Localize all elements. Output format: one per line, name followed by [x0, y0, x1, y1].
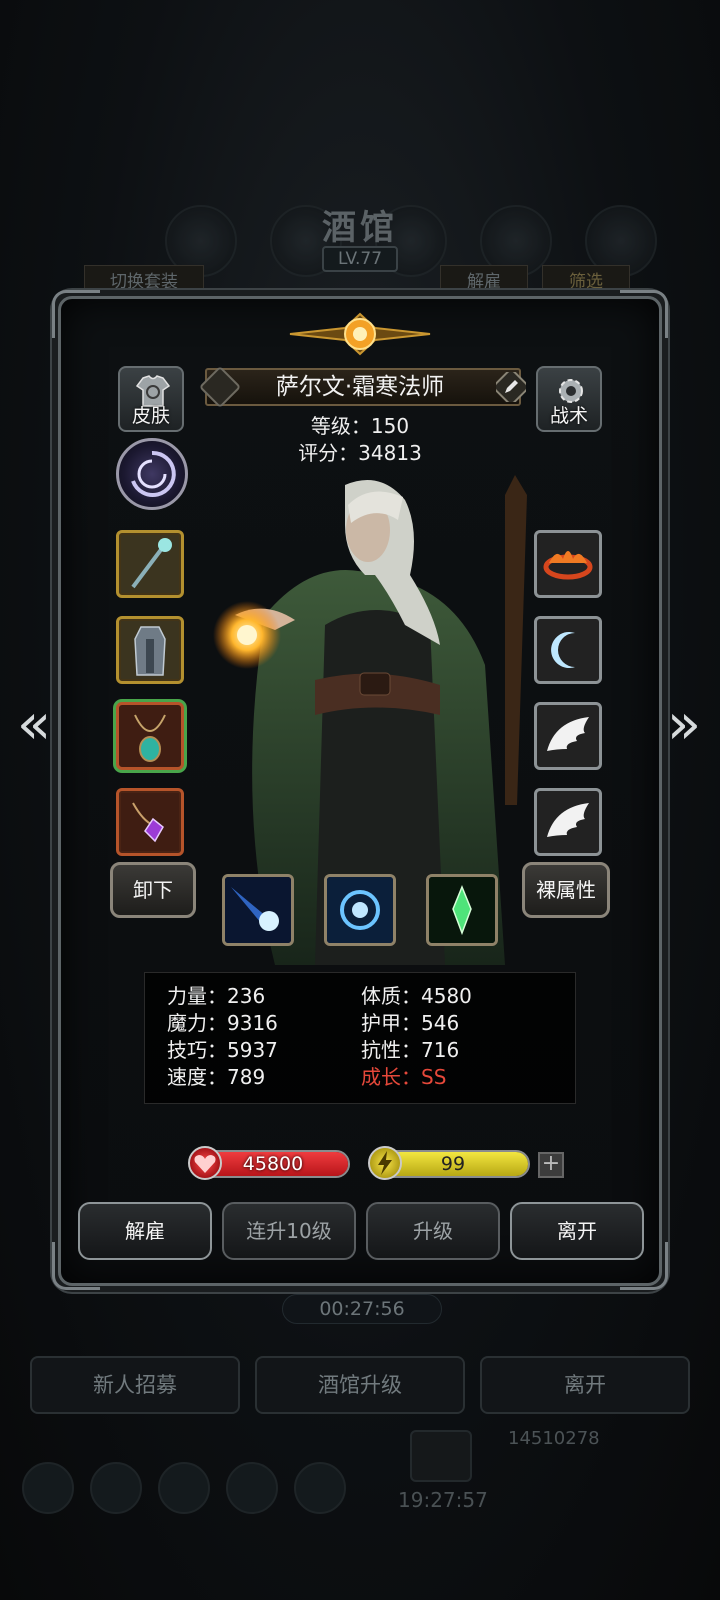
- wing-icon: [547, 717, 589, 751]
- tactic-button[interactable]: 战术: [536, 366, 602, 432]
- equip-wing-slot-1[interactable]: [534, 702, 602, 770]
- tavern-title: 酒馆: [322, 208, 398, 248]
- stat-growth: 成长：SS: [361, 1065, 447, 1089]
- lightning-icon: [368, 1146, 402, 1180]
- equip-necklace-slot[interactable]: [116, 702, 184, 770]
- menu-icon-5: [294, 1462, 346, 1514]
- menu-icon-1: [22, 1462, 74, 1514]
- filter-button: 筛选: [542, 265, 630, 297]
- equip-weapon-slot[interactable]: [116, 530, 184, 598]
- base-attributes-button[interactable]: 裸属性: [522, 862, 610, 918]
- equip-wing-slot-2[interactable]: [534, 788, 602, 856]
- staff-icon: [131, 538, 172, 589]
- stat-speed: 速度：789: [167, 1065, 266, 1089]
- gold-amount: 14510278: [508, 1428, 600, 1449]
- clock-time: 19:27:57: [398, 1488, 488, 1512]
- skill-slot-3[interactable]: [426, 874, 498, 946]
- tactic-label: 战术: [549, 405, 588, 427]
- skill-slot-1[interactable]: [222, 874, 294, 946]
- dismiss-button[interactable]: 解雇: [78, 1202, 212, 1260]
- equip-head-slot[interactable]: [534, 530, 602, 598]
- recruit-button: 新人招募: [30, 1356, 240, 1414]
- tavern-upgrade-button: 酒馆升级: [255, 1356, 465, 1414]
- level-up-button[interactable]: 升级: [366, 1202, 500, 1260]
- unequip-button[interactable]: 卸下: [110, 862, 196, 918]
- stat-strength: 力量：236: [167, 984, 266, 1008]
- amulet-icon: [134, 714, 166, 762]
- frame-corner: [620, 290, 668, 338]
- hero-level: 等级：150: [310, 414, 410, 438]
- skill-slot-2[interactable]: [324, 874, 396, 946]
- tavern-timer: 00:27:56: [282, 1294, 442, 1324]
- menu-icon-4: [226, 1462, 278, 1514]
- equip-charm-slot[interactable]: [534, 616, 602, 684]
- robe-icon: [134, 626, 166, 676]
- level-up-10-button[interactable]: 连升10级: [222, 1202, 356, 1260]
- previous-hero-arrow[interactable]: «: [10, 695, 58, 755]
- edit-name-icon[interactable]: [496, 372, 526, 402]
- stat-resistance: 抗性：716: [361, 1038, 460, 1062]
- frost-orb-icon: [327, 877, 393, 943]
- next-hero-arrow[interactable]: »: [660, 695, 708, 755]
- equip-armor-slot[interactable]: [116, 616, 184, 684]
- skin-label: 皮肤: [131, 405, 170, 427]
- menu-icon-2: [90, 1462, 142, 1514]
- frame-corner: [52, 290, 100, 338]
- hero-score: 评分：34813: [298, 441, 422, 465]
- stat-skill: 技巧：5937: [167, 1038, 278, 1062]
- gem-pendant-icon: [132, 802, 164, 843]
- emerald-crystal-icon: [429, 877, 495, 943]
- stat-constitution: 体质：4580: [361, 984, 472, 1008]
- hero-name: 萨尔文·霜寒法师: [275, 374, 445, 400]
- wing-icon: [547, 803, 589, 837]
- tavern-top-icons: [0, 95, 720, 277]
- switch-outfit-button: 切换套装: [84, 265, 204, 297]
- flame-crown-icon: [543, 551, 593, 580]
- rune-swirl-icon[interactable]: [116, 438, 188, 510]
- heart-icon: [188, 1146, 222, 1180]
- panel-emblem-icon: [289, 312, 431, 356]
- add-energy-button[interactable]: +: [538, 1152, 564, 1178]
- skin-button[interactable]: 皮肤: [118, 366, 184, 432]
- stat-armor: 护甲：546: [361, 1011, 460, 1035]
- tavern-leave-button: 离开: [480, 1356, 690, 1414]
- leave-button[interactable]: 离开: [510, 1202, 644, 1260]
- hero-stats-box: 力量：236 体质：4580 魔力：9316 护甲：546 技巧：5937 抗性…: [144, 972, 576, 1104]
- stat-magic: 魔力：9316: [167, 1011, 278, 1035]
- gift-icon: [410, 1430, 472, 1482]
- menu-icon-3: [158, 1462, 210, 1514]
- bg-dismiss-button: 解雇: [440, 265, 528, 297]
- tavern-level: LV.77: [322, 246, 398, 272]
- moon-icon: [551, 632, 575, 668]
- ice-comet-icon: [225, 877, 291, 943]
- equip-accessory-slot[interactable]: [116, 788, 184, 856]
